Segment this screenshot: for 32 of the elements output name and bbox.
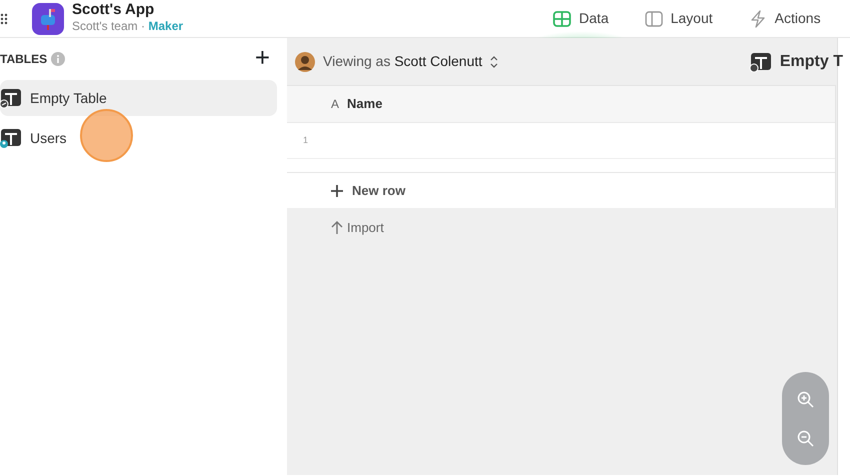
column-type-icon: A xyxy=(331,95,340,113)
grid-dots-icon xyxy=(0,12,8,26)
app-title: Scott's App xyxy=(72,2,156,17)
add-table-button[interactable]: + xyxy=(254,45,271,73)
table-icon xyxy=(0,88,22,108)
sidebar-heading: TABLES xyxy=(0,51,48,68)
zoom-in-icon xyxy=(796,391,814,410)
role-label: Maker xyxy=(148,19,184,33)
lightning-icon xyxy=(748,10,767,28)
chevron-updown-icon xyxy=(490,56,498,68)
zoom-out-icon xyxy=(796,430,814,448)
app-logo-icon xyxy=(32,2,64,34)
new-row-button[interactable]: New row xyxy=(329,180,406,202)
table-icon xyxy=(0,128,22,148)
table-title: Empty T xyxy=(780,52,843,72)
row-number: 1 xyxy=(303,134,308,147)
tab[interactable]: Actions xyxy=(742,8,827,29)
tab[interactable]: Layout xyxy=(638,8,719,29)
avatar-icon xyxy=(295,52,315,72)
viewing-as-text: Viewing as Scott Colenutt xyxy=(323,52,482,71)
arrow-up-icon xyxy=(331,221,343,235)
plus-icon xyxy=(330,184,344,198)
grid-icon xyxy=(553,10,572,26)
table-icon xyxy=(750,52,772,72)
team-name: Scott's team xyxy=(72,19,138,33)
import-button[interactable]: Import xyxy=(330,217,385,239)
click-indicator xyxy=(80,109,133,162)
layout-icon xyxy=(644,10,663,26)
table-list-item[interactable]: Empty Table xyxy=(0,80,277,116)
separator-text: · xyxy=(141,19,145,33)
info-icon xyxy=(51,52,66,66)
column-header: Name xyxy=(347,95,382,114)
